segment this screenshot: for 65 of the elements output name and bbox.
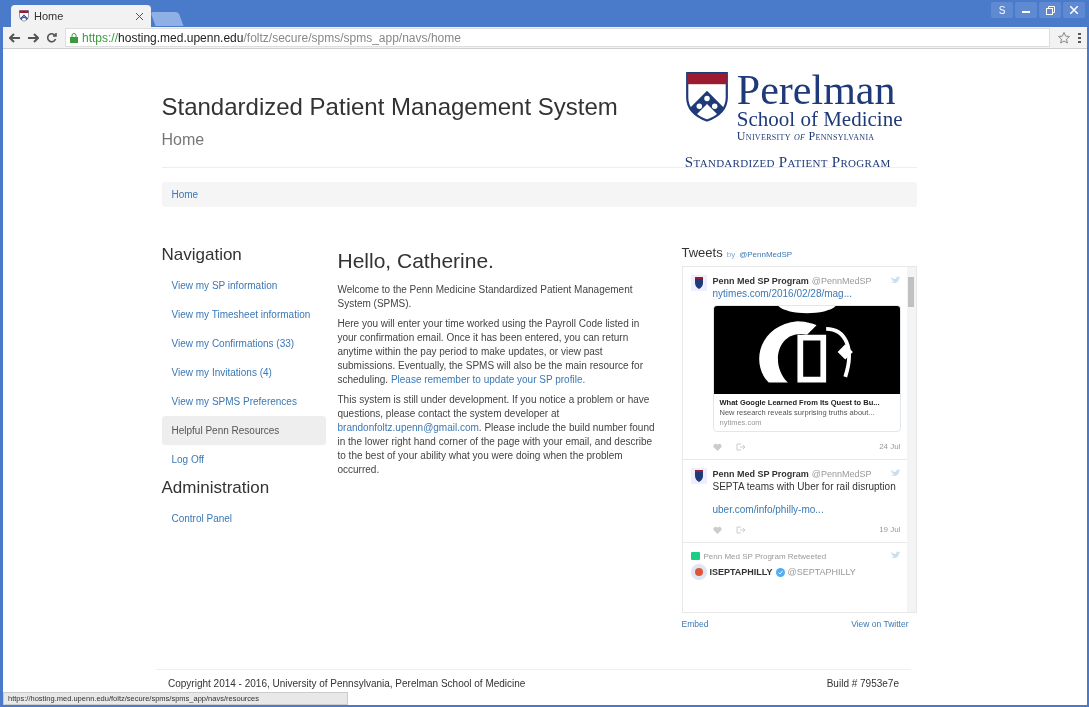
greeting: Hello, Catherine. — [337, 249, 495, 273]
sidebar-link[interactable]: Log Off — [161, 445, 326, 474]
embed-link[interactable]: Embed — [681, 619, 709, 629]
reload-icon[interactable] — [47, 32, 57, 43]
tweet-author[interactable]: Penn Med SP Program — [712, 468, 809, 479]
text-link[interactable]: Please remember to update your SP profile. — [390, 374, 586, 385]
new-tab-button[interactable] — [150, 12, 184, 26]
sidebar-link[interactable]: View my SPMS Preferences — [161, 387, 326, 416]
close-icon — [1070, 6, 1078, 14]
tweet-date: 19 Jul — [879, 525, 901, 534]
browser-tab[interactable]: Home — [11, 5, 151, 27]
profile-button[interactable]: S — [991, 2, 1013, 18]
menu-icon[interactable] — [1078, 32, 1081, 43]
tweets-by: by — [726, 250, 736, 259]
sidebar-link[interactable]: View my Confirmations (33) — [161, 329, 326, 358]
star-icon[interactable] — [1058, 31, 1070, 44]
retweet-icon — [690, 552, 700, 560]
page-title: Standardized Patient Management System — [161, 93, 618, 121]
forward-icon[interactable] — [28, 32, 39, 43]
page-subtitle: Home — [161, 131, 206, 149]
tweet-handle[interactable]: @SEPTAPHILLY — [787, 567, 856, 577]
logo-school: School of Medicine — [736, 109, 903, 129]
avatar-icon — [690, 564, 707, 580]
tweet-author[interactable]: ISEPTAPHILLY — [709, 567, 773, 577]
copyright-text: Copyright 2014 - 2016, University of Pennsylvania, Perelman School of Medicine — [168, 678, 526, 689]
tweet-text: SEPTA teams with Uber for rail disruption — [712, 481, 897, 492]
tweet-date: 24 Jul — [879, 442, 901, 451]
restore-button[interactable] — [1039, 2, 1061, 18]
tweet-handle[interactable]: @PennMedSP — [811, 468, 872, 479]
logo-university: University of Pennsylvania — [736, 129, 876, 144]
avatar-icon — [690, 468, 707, 484]
paragraph: This system is still under development. If you notice a problem or have questions, please contact the system developer at brandonfoltz.upenn@gmail.com. Please include the build number found in the lower right hand corner of the page with your email, and describe to the best of your ability what you were doing when the problem occurred. — [337, 393, 656, 477]
text-link[interactable]: brandonfoltz.upenn@gmail.com — [337, 422, 479, 433]
favicon-icon — [19, 10, 29, 22]
paragraph: Welcome to the Penn Medicine Standardized Patient Management System (SPMS). — [337, 283, 634, 311]
breadcrumb-link[interactable]: Home — [171, 189, 199, 200]
view-on-twitter-link[interactable]: View on Twitter — [851, 619, 909, 629]
restore-icon — [1045, 5, 1055, 15]
address-bar[interactable]: https://hosting.med.upenn.edu/foltz/secure/spms/spms_app/navs/home — [65, 28, 1050, 47]
program-name: Standardized Patient Program — [684, 154, 891, 171]
tweets-title: Tweets — [681, 245, 723, 260]
tweets-handle-link[interactable]: @PennMedSP — [739, 250, 793, 259]
build-number: Build # 7953e7e — [826, 678, 899, 689]
lock-icon — [70, 32, 78, 43]
scrollbar[interactable] — [906, 267, 916, 612]
tweet-link[interactable]: nytimes.com/2016/02/28/mag... — [712, 288, 901, 299]
close-button[interactable] — [1063, 2, 1085, 18]
sidebar-link[interactable]: View my Timesheet information — [161, 300, 326, 329]
sidebar-link[interactable]: Control Panel — [161, 504, 326, 533]
back-icon[interactable] — [9, 32, 20, 43]
logo-name: Perelman — [736, 71, 896, 109]
retweet-note: Penn Med SP Program Retweeted — [703, 551, 827, 561]
paragraph: Here you will enter your time worked using the Payroll Code listed in your confirmation email. Once it has been entered, you can return anytime within the pay period to make updates, or view past submissions. Eventually, the SPMS will also be the main resource for scheduling. Please remember to update your SP profile. — [337, 317, 644, 387]
tweet-handle[interactable]: @PennMedSP — [811, 275, 872, 286]
tweet-link[interactable]: uber.com/info/philly-mo... — [712, 504, 901, 515]
minimize-button[interactable] — [1015, 2, 1037, 18]
tweet-author[interactable]: Penn Med SP Program — [712, 275, 809, 286]
sidebar-heading: Navigation — [161, 245, 243, 265]
sidebar-link[interactable]: View my Invitations (4) — [161, 358, 326, 387]
close-icon[interactable] — [136, 12, 143, 20]
sidebar-link[interactable]: Helpful Penn Resources — [161, 416, 326, 445]
sidebar-link[interactable]: View my SP information — [161, 271, 326, 300]
sidebar-heading: Administration — [161, 478, 271, 498]
shield-icon — [684, 71, 729, 122]
avatar-icon — [690, 275, 707, 291]
